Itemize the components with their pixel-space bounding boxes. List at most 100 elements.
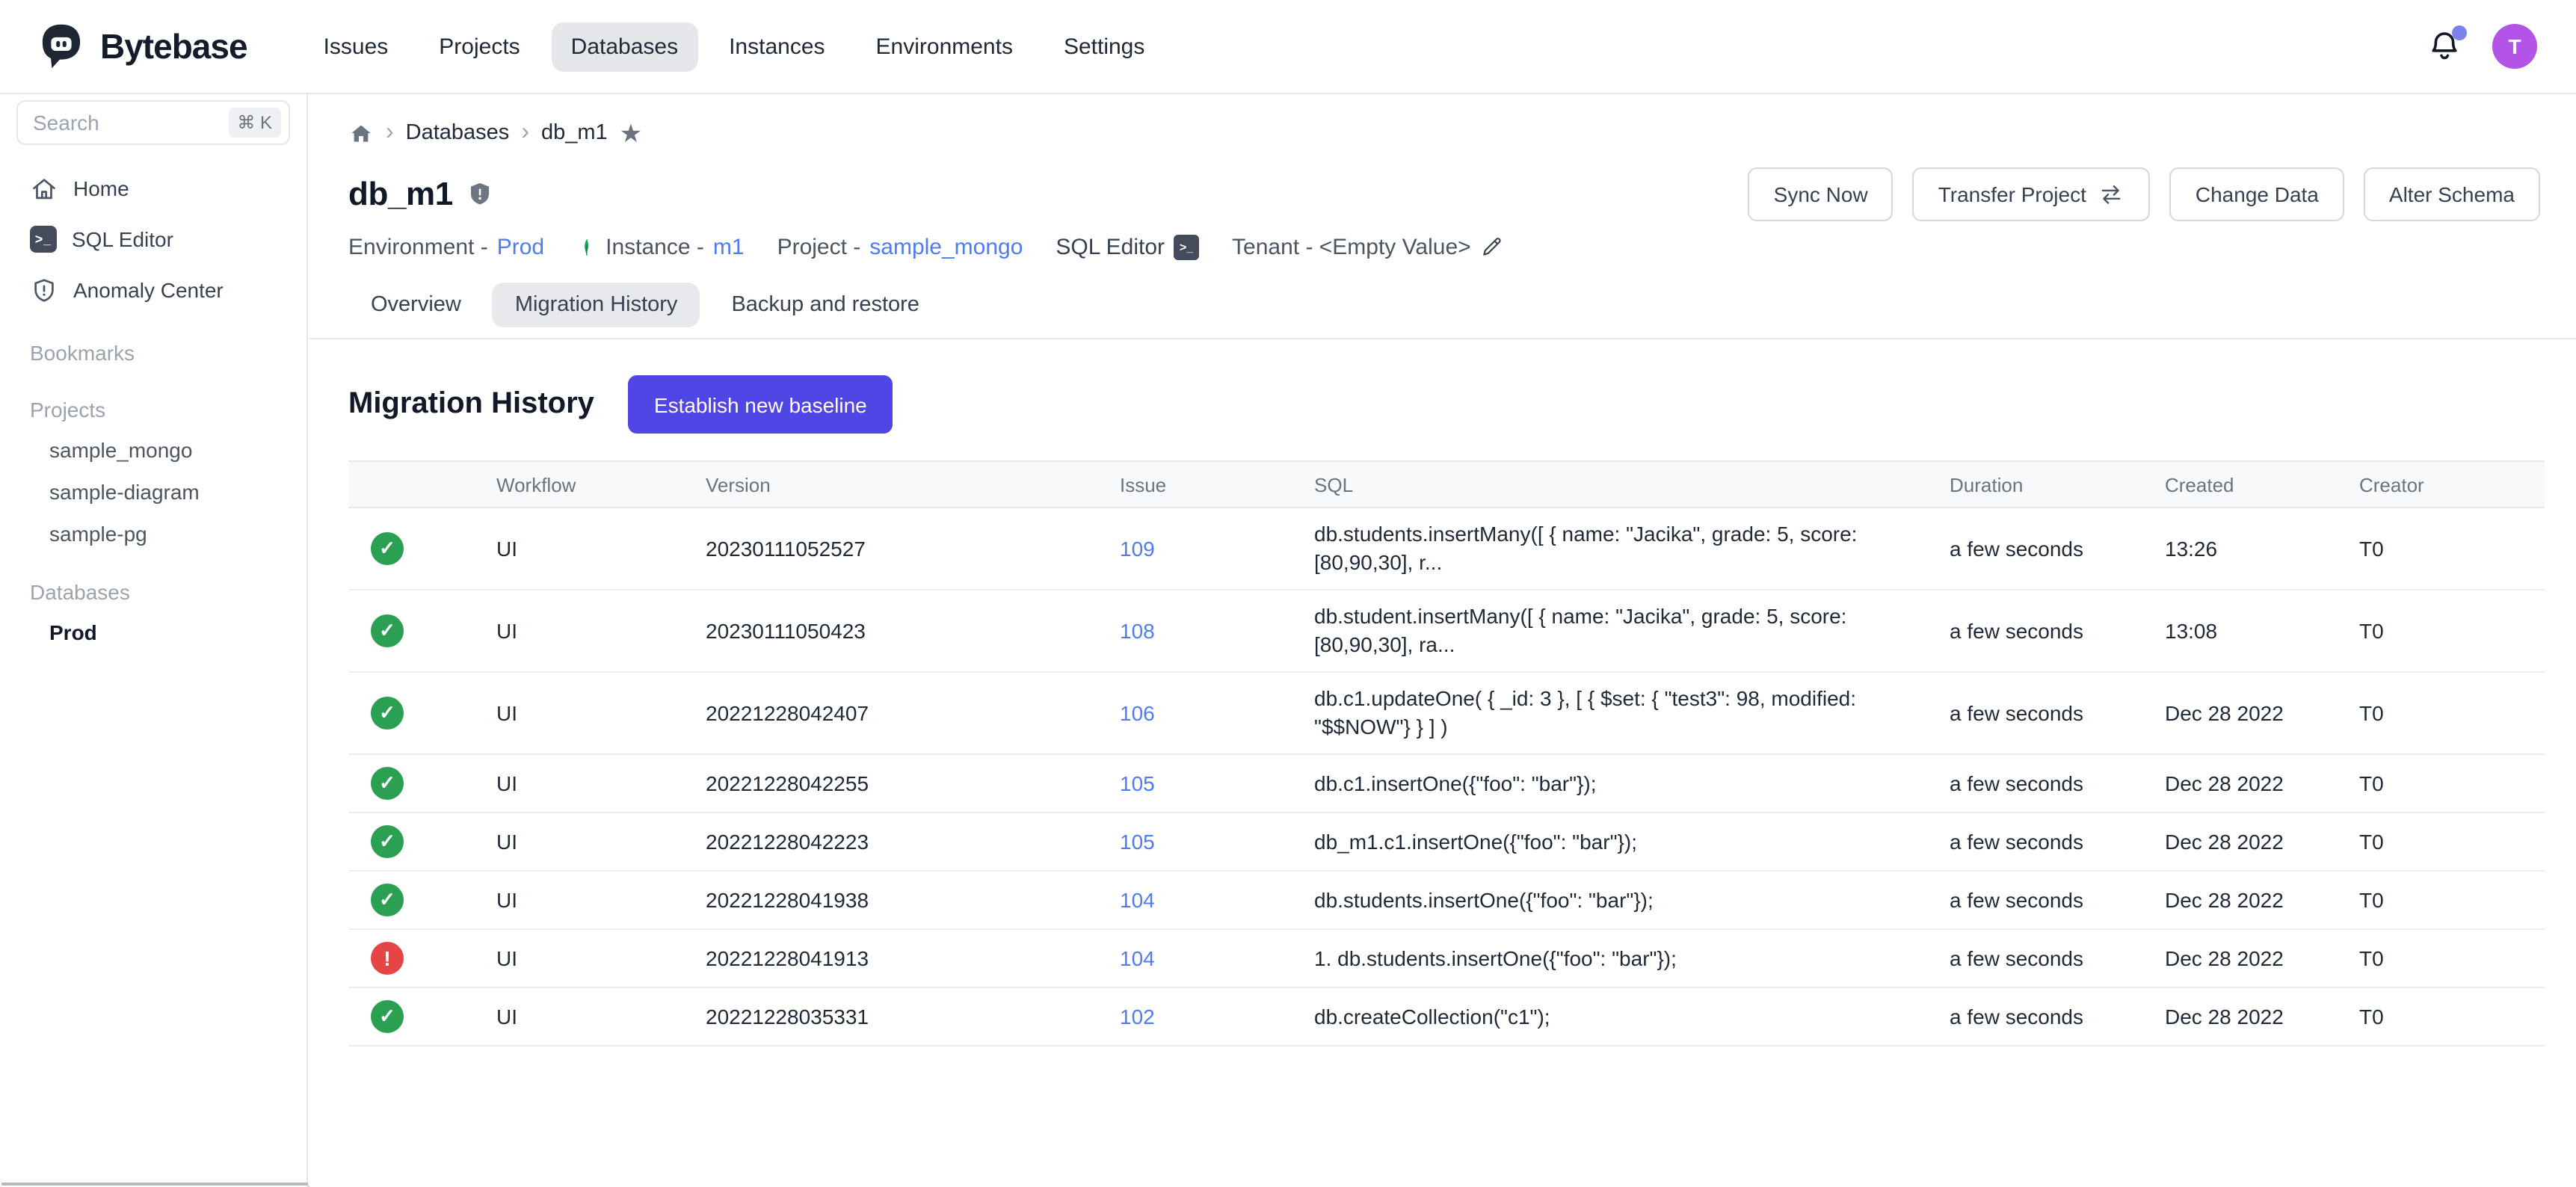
breadcrumb-home-icon[interactable] — [348, 120, 374, 146]
sidebar-item-label: SQL Editor — [72, 227, 173, 251]
brand-name: Bytebase — [100, 26, 247, 67]
issue-link[interactable]: 105 — [1120, 830, 1155, 854]
breadcrumb-separator: › — [386, 120, 394, 147]
cell-workflow: UI — [496, 672, 706, 754]
cell-version: 20221228041913 — [706, 929, 1120, 987]
issue-link[interactable]: 102 — [1120, 1005, 1155, 1029]
issue-link[interactable]: 106 — [1120, 701, 1155, 725]
home-icon — [30, 174, 58, 203]
instance-link[interactable]: m1 — [713, 234, 745, 259]
cell-status: ✓ — [348, 987, 496, 1046]
nav-item-instances[interactable]: Instances — [709, 22, 844, 71]
sidebar-section-databases: Databases — [16, 573, 290, 611]
alter-schema-button[interactable]: Alter Schema — [2364, 167, 2540, 221]
sidebar-project-sample-pg[interactable]: sample-pg — [16, 513, 290, 555]
status-success-icon: ✓ — [371, 614, 404, 647]
cell-status: ✓ — [348, 754, 496, 813]
cell-sql: db.c1.updateOne( { _id: 3 }, [ { $set: {… — [1314, 672, 1950, 754]
nav-item-settings[interactable]: Settings — [1044, 22, 1164, 71]
sidebar-item-label: Home — [73, 176, 129, 200]
issue-link[interactable]: 108 — [1120, 619, 1155, 643]
cell-version: 20221228042407 — [706, 672, 1120, 754]
issue-link[interactable]: 109 — [1120, 537, 1155, 561]
project-label: Project - — [777, 234, 861, 259]
sidebar-item-sql-editor[interactable]: >_ SQL Editor — [16, 214, 290, 265]
sidebar-item-anomaly-center[interactable]: Anomaly Center — [16, 265, 290, 315]
sidebar: ⌘ K Home >_ SQL Editor — [0, 94, 308, 1187]
top-navbar: Bytebase Issues Projects Databases Insta… — [0, 0, 2576, 94]
sql-editor-terminal-icon[interactable]: >_ — [1174, 234, 1199, 259]
meta-sql-editor: SQL Editor >_ — [1056, 234, 1199, 259]
section-title: Migration History — [348, 387, 594, 422]
sidebar-section-projects: Projects — [16, 390, 290, 429]
cell-duration: a few seconds — [1950, 871, 2165, 929]
sidebar-item-label: Anomaly Center — [73, 278, 224, 302]
title-row: db_m1 Sync Now Transfer Project — [348, 173, 2540, 215]
sidebar-nav: Home >_ SQL Editor Anomaly Center — [16, 163, 290, 315]
button-label: Sync Now — [1774, 182, 1868, 206]
col-status — [348, 461, 496, 508]
sidebar-project-sample-diagram[interactable]: sample-diagram — [16, 471, 290, 513]
transfer-project-button[interactable]: Transfer Project — [1913, 167, 2151, 221]
cell-created: Dec 28 2022 — [2165, 672, 2359, 754]
search-shortcut-badge: ⌘ K — [228, 108, 281, 138]
sidebar-project-sample-mongo[interactable]: sample_mongo — [16, 429, 290, 471]
notification-dot — [2452, 25, 2467, 40]
main-content: › Databases › db_m1 ★ db_m1 Sync Now Tra — [309, 94, 2576, 1187]
sql-editor-label: SQL Editor — [1056, 234, 1165, 259]
meta-tenant: Tenant - <Empty Value> — [1232, 234, 1504, 259]
window-bottom-edge — [1, 1183, 308, 1186]
issue-link[interactable]: 105 — [1120, 771, 1155, 795]
cell-created: Dec 28 2022 — [2165, 987, 2359, 1046]
nav-item-issues[interactable]: Issues — [304, 22, 408, 71]
edit-pencil-icon[interactable] — [1480, 235, 1504, 259]
button-label: Transfer Project — [1938, 182, 2086, 206]
transfer-arrows-icon — [2098, 181, 2125, 208]
cell-sql: db.students.insertMany([ { name: "Jacika… — [1314, 508, 1950, 590]
brand-home-link[interactable]: Bytebase — [36, 21, 247, 72]
issue-link[interactable]: 104 — [1120, 946, 1155, 970]
nav-item-environments[interactable]: Environments — [857, 22, 1032, 71]
cell-version: 20230111052527 — [706, 508, 1120, 590]
col-duration: Duration — [1950, 461, 2165, 508]
nav-item-projects[interactable]: Projects — [419, 22, 539, 71]
cell-status: ✓ — [348, 672, 496, 754]
sidebar-item-home[interactable]: Home — [16, 163, 290, 214]
user-avatar[interactable]: T — [2492, 24, 2537, 69]
cell-issue: 105 — [1120, 813, 1314, 871]
issue-link[interactable]: 104 — [1120, 888, 1155, 912]
breadcrumb-link-databases[interactable]: Databases — [406, 121, 510, 145]
cell-status: ✓ — [348, 813, 496, 871]
sync-now-button[interactable]: Sync Now — [1748, 167, 1894, 221]
cell-version: 20221228035331 — [706, 987, 1120, 1046]
environment-link[interactable]: Prod — [497, 234, 544, 259]
cell-creator: T0 — [2359, 508, 2545, 590]
cell-workflow: UI — [496, 754, 706, 813]
table-row: ✓ UI 20230111050423 108 db.student.inser… — [348, 590, 2545, 672]
button-label: Alter Schema — [2389, 182, 2515, 206]
tab-backup-and-restore[interactable]: Backup and restore — [709, 283, 942, 327]
bookmark-star-icon[interactable]: ★ — [620, 120, 643, 146]
cell-issue: 102 — [1120, 987, 1314, 1046]
project-link[interactable]: sample_mongo — [869, 234, 1023, 259]
cell-created: Dec 28 2022 — [2165, 813, 2359, 871]
cell-sql: db.c1.insertOne({"foo": "bar"}); — [1314, 754, 1950, 813]
col-version: Version — [706, 461, 1120, 508]
tab-migration-history[interactable]: Migration History — [493, 283, 700, 327]
establish-baseline-button[interactable]: Establish new baseline — [629, 375, 893, 434]
tab-overview[interactable]: Overview — [348, 283, 484, 327]
search-box: ⌘ K — [16, 100, 290, 145]
cell-duration: a few seconds — [1950, 508, 2165, 590]
sidebar-database-prod[interactable]: Prod — [16, 611, 290, 653]
cell-duration: a few seconds — [1950, 813, 2165, 871]
migration-history-table: Workflow Version Issue SQL Duration Crea… — [348, 460, 2545, 1046]
nav-item-databases[interactable]: Databases — [552, 22, 697, 71]
change-data-button[interactable]: Change Data — [2170, 167, 2344, 221]
search-input[interactable] — [33, 111, 228, 135]
cell-created: Dec 28 2022 — [2165, 871, 2359, 929]
notification-bell-icon[interactable] — [2426, 28, 2462, 64]
cell-issue: 106 — [1120, 672, 1314, 754]
cell-sql: db.students.insertOne({"foo": "bar"}); — [1314, 871, 1950, 929]
cell-issue: 109 — [1120, 508, 1314, 590]
meta-project: Project - sample_mongo — [777, 234, 1023, 259]
